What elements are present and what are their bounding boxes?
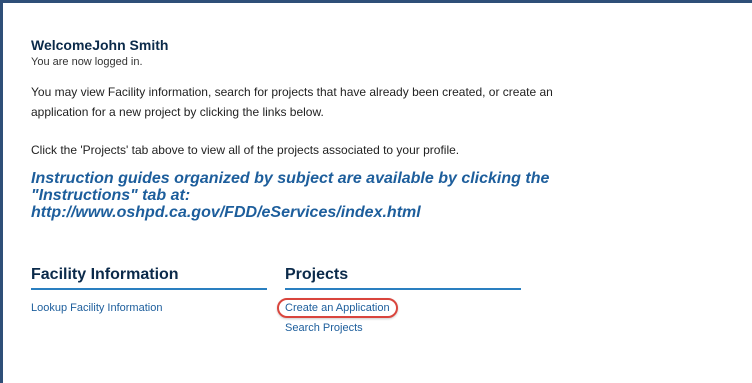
- intro-paragraph: You may view Facility information, searc…: [31, 85, 553, 119]
- facility-section: Facility Information Lookup Facility Inf…: [31, 265, 267, 316]
- projects-tab-hint: Click the 'Projects' tab above to view a…: [31, 143, 460, 157]
- instructions-text: Instruction guides organized by subject …: [31, 170, 550, 204]
- projects-section-title: Projects: [285, 265, 521, 290]
- main-content: WelcomeJohn Smith You are now logged in.…: [31, 36, 571, 221]
- instructions-link[interactable]: http://www.oshpd.ca.gov/FDD/eServices/in…: [31, 204, 421, 221]
- welcome-heading: WelcomeJohn Smith: [31, 37, 169, 53]
- create-application-link[interactable]: Create an Application: [285, 300, 390, 316]
- instructions-notice: Instruction guides organized by subject …: [31, 170, 551, 221]
- projects-section: Projects Create an Application Search Pr…: [277, 265, 521, 336]
- link-columns: Facility Information Lookup Facility Inf…: [31, 265, 531, 365]
- lookup-facility-link[interactable]: Lookup Facility Information: [31, 300, 267, 316]
- facility-section-title: Facility Information: [31, 265, 267, 290]
- search-projects-link[interactable]: Search Projects: [285, 320, 521, 336]
- page-frame: WelcomeJohn Smith You are now logged in.…: [0, 0, 752, 383]
- login-status: You are now logged in.: [31, 56, 143, 68]
- highlight-annotation: Create an Application: [277, 298, 398, 318]
